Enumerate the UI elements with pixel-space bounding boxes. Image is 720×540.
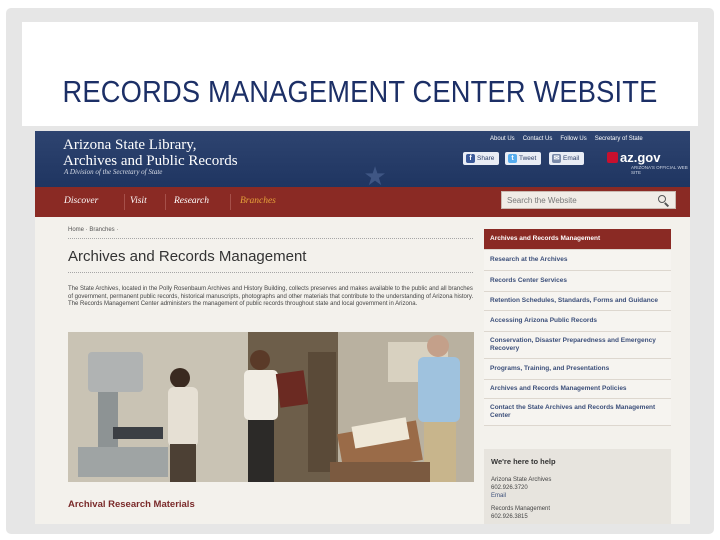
help-box: We're here to help Arizona State Archive… xyxy=(484,449,671,524)
azgov-logo[interactable]: az.gov xyxy=(607,150,660,165)
sidebar-item-retention-schedules[interactable]: Retention Schedules, Standards, Forms an… xyxy=(484,292,671,311)
site-header: ★ Arizona State Library, Archives and Pu… xyxy=(35,131,690,191)
breadcrumb[interactable]: Home · Branches · xyxy=(68,227,118,233)
help-records-name: Records Management xyxy=(491,506,551,512)
slide-title-box: RECORDS MANAGEMENT CENTER WEBSITE xyxy=(22,22,698,126)
az-seal-icon xyxy=(607,152,618,163)
page-title: Archives and Records Management xyxy=(68,248,307,265)
help-title: We're here to help xyxy=(491,457,556,466)
nav-visit[interactable]: Visit xyxy=(130,196,147,206)
archival-research-heading: Archival Research Materials xyxy=(68,499,195,510)
site-logo-text[interactable]: Arizona State Library, Archives and Publ… xyxy=(63,137,238,169)
email-icon: ✉ xyxy=(552,154,561,163)
search-icon[interactable] xyxy=(658,195,666,203)
sidebar-item-policies[interactable]: Archives and Records Management Policies xyxy=(484,380,671,399)
top-links: About Us Contact Us Follow Us Secretary of … xyxy=(490,136,651,142)
slide-title: RECORDS MANAGEMENT CENTER WEBSITE xyxy=(62,74,658,109)
divider xyxy=(68,272,473,273)
nav-separator xyxy=(165,194,166,210)
sidebar-menu: Archives and Records Management Research… xyxy=(484,229,671,426)
facebook-icon: f xyxy=(466,154,475,163)
secretary-of-state-link[interactable]: Secretary of State xyxy=(595,136,643,142)
site-name-line2: Archives and Public Records xyxy=(63,153,238,169)
facebook-label: Share xyxy=(477,155,495,162)
site-subtitle: A Division of the Secretary of State xyxy=(64,168,163,176)
nav-separator xyxy=(230,194,231,210)
email-label: Email xyxy=(563,155,580,162)
twitter-tweet-button[interactable]: t Tweet xyxy=(505,152,542,165)
star-emblem-icon: ★ xyxy=(363,161,387,191)
nav-research[interactable]: Research xyxy=(174,196,209,206)
email-button[interactable]: ✉ Email xyxy=(549,152,585,165)
intro-paragraph: The State Archives, located in the Polly… xyxy=(68,286,474,307)
staff-working-photo xyxy=(68,332,474,482)
nav-separator xyxy=(124,194,125,210)
facebook-share-button[interactable]: f Share xyxy=(463,152,500,165)
sidebar-item-archives-records-management[interactable]: Archives and Records Management xyxy=(484,229,671,250)
twitter-label: Tweet xyxy=(519,155,537,162)
site-name-line1: Arizona State Library, xyxy=(63,137,197,153)
twitter-icon: t xyxy=(508,154,517,163)
help-records-phone: 602.926.3815 xyxy=(491,514,528,520)
contact-us-link[interactable]: Contact Us xyxy=(523,136,553,142)
sidebar-item-contact[interactable]: Contact the State Archives and Records M… xyxy=(484,399,671,426)
help-archives-email-link[interactable]: Email xyxy=(491,493,506,499)
nav-discover[interactable]: Discover xyxy=(64,196,98,206)
azgov-tagline: ARIZONA'S OFFICIAL WEB SITE xyxy=(631,165,688,175)
help-archives-phone: 602.926.3720 xyxy=(491,485,528,491)
nav-branches[interactable]: Branches xyxy=(240,196,276,206)
search-placeholder: Search the Website xyxy=(507,196,577,205)
azgov-text: az.gov xyxy=(620,150,661,165)
divider xyxy=(68,238,473,239)
main-navigation: Discover Visit Research Branches Search … xyxy=(35,187,690,217)
sidebar-item-programs[interactable]: Programs, Training, and Presentations xyxy=(484,359,671,380)
sidebar-item-records-center-services[interactable]: Records Center Services xyxy=(484,271,671,292)
site-search-input[interactable]: Search the Website xyxy=(501,191,676,209)
follow-us-link[interactable]: Follow Us xyxy=(560,136,586,142)
sidebar-item-conservation[interactable]: Conservation, Disaster Preparedness and … xyxy=(484,332,671,359)
about-us-link[interactable]: About Us xyxy=(490,136,515,142)
sidebar-item-research[interactable]: Research at the Archives xyxy=(484,250,671,271)
website-screenshot: ★ Arizona State Library, Archives and Pu… xyxy=(35,131,690,524)
sidebar-item-public-records[interactable]: Accessing Arizona Public Records xyxy=(484,311,671,332)
help-archives-name: Arizona State Archives xyxy=(491,477,552,483)
